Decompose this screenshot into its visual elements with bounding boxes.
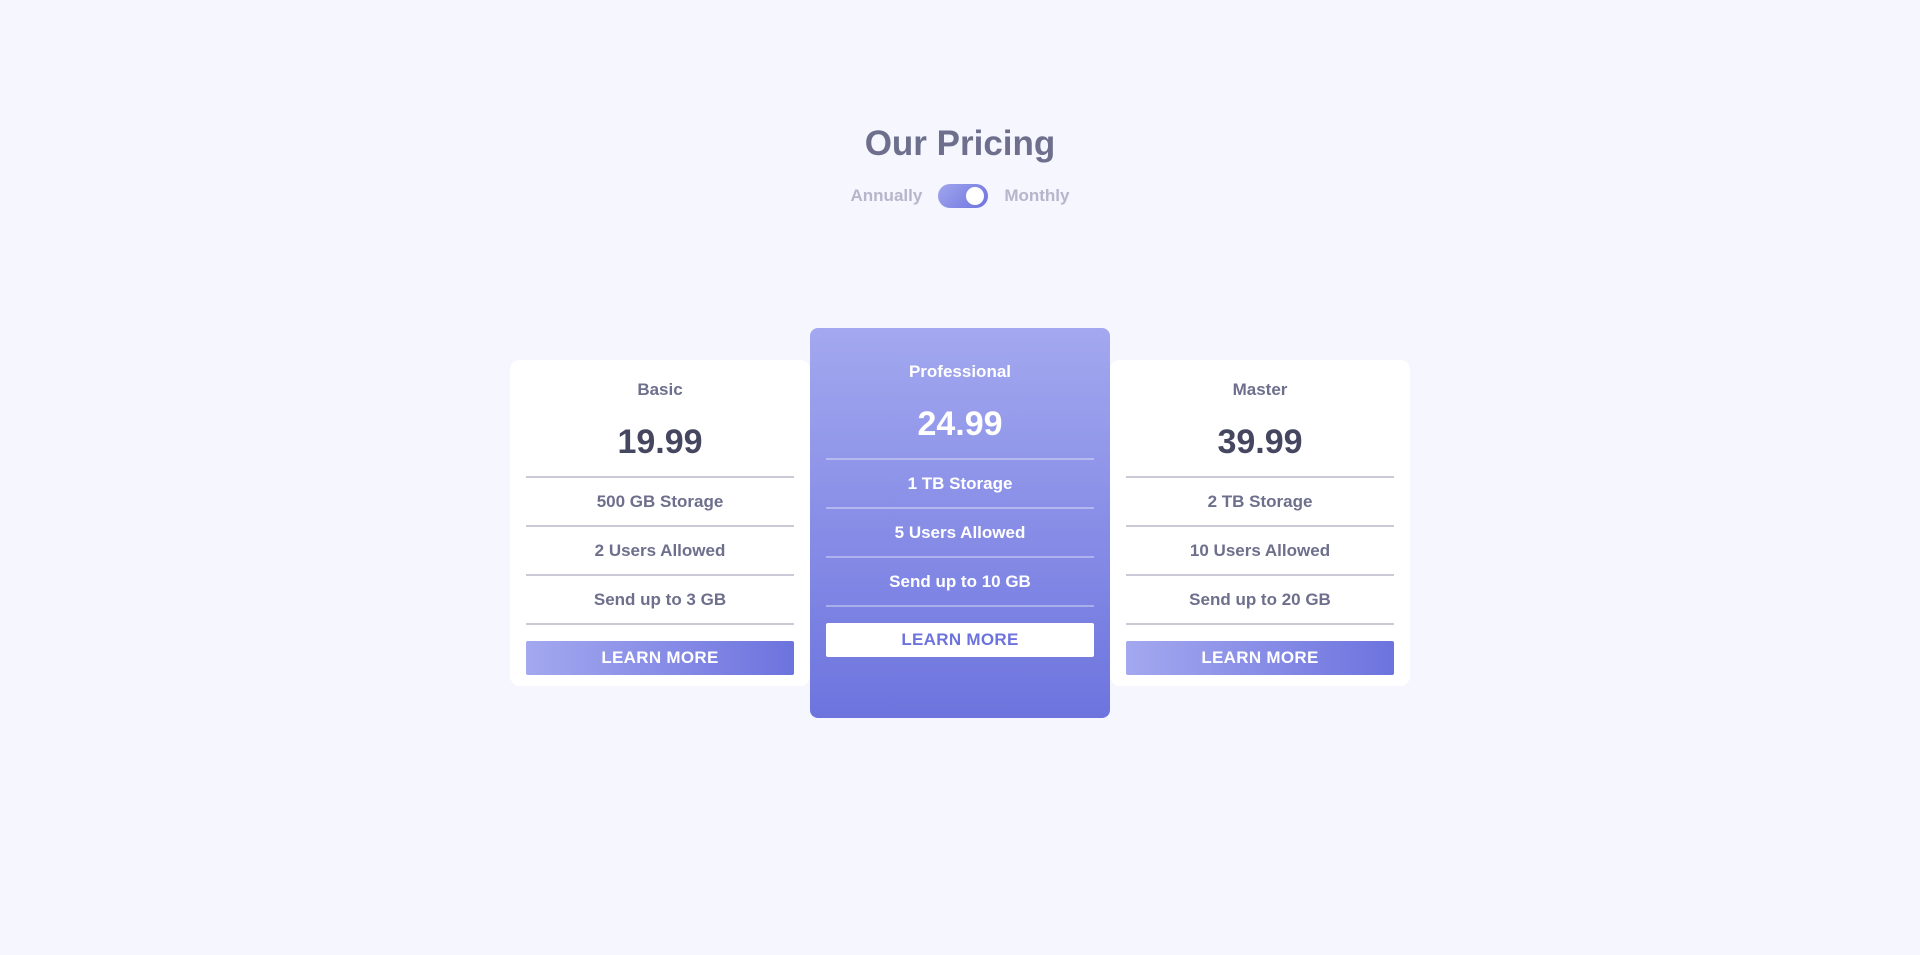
feature-storage: 2 TB Storage: [1126, 478, 1394, 527]
feature-storage: 1 TB Storage: [826, 460, 1094, 509]
plan-price: 39.99: [1126, 420, 1394, 478]
feature-storage: 500 GB Storage: [526, 478, 794, 527]
feature-users: 10 Users Allowed: [1126, 527, 1394, 576]
plan-name: Professional: [908, 362, 1012, 381]
monthly-label[interactable]: Monthly: [1004, 182, 1069, 210]
learn-more-button-basic[interactable]: LEARN MORE: [526, 641, 794, 675]
plan-price: 24.99: [826, 402, 1094, 460]
feature-send-limit: Send up to 3 GB: [526, 576, 794, 625]
toggle-knob: [966, 187, 985, 205]
pricing-card-professional: Professional 24.99 1 TB Storage 5 Users …: [810, 328, 1110, 718]
pricing-card-master: Master 39.99 2 TB Storage 10 Users Allow…: [1110, 360, 1410, 686]
feature-users: 5 Users Allowed: [826, 509, 1094, 558]
billing-toggle-row: Annually Monthly: [0, 182, 1920, 210]
feature-users: 2 Users Allowed: [526, 527, 794, 576]
page-title: Our Pricing: [864, 124, 1056, 163]
plan-name: Master: [1232, 380, 1288, 399]
feature-send-limit: Send up to 20 GB: [1126, 576, 1394, 625]
learn-more-button-master[interactable]: LEARN MORE: [1126, 641, 1394, 675]
annually-label[interactable]: Annually: [851, 182, 923, 210]
plan-name: Basic: [637, 380, 683, 399]
plan-price: 19.99: [526, 420, 794, 478]
billing-period-toggle[interactable]: [938, 184, 989, 208]
feature-send-limit: Send up to 10 GB: [826, 558, 1094, 607]
pricing-card-basic: Basic 19.99 500 GB Storage 2 Users Allow…: [510, 360, 810, 686]
learn-more-button-professional[interactable]: LEARN MORE: [826, 623, 1094, 657]
